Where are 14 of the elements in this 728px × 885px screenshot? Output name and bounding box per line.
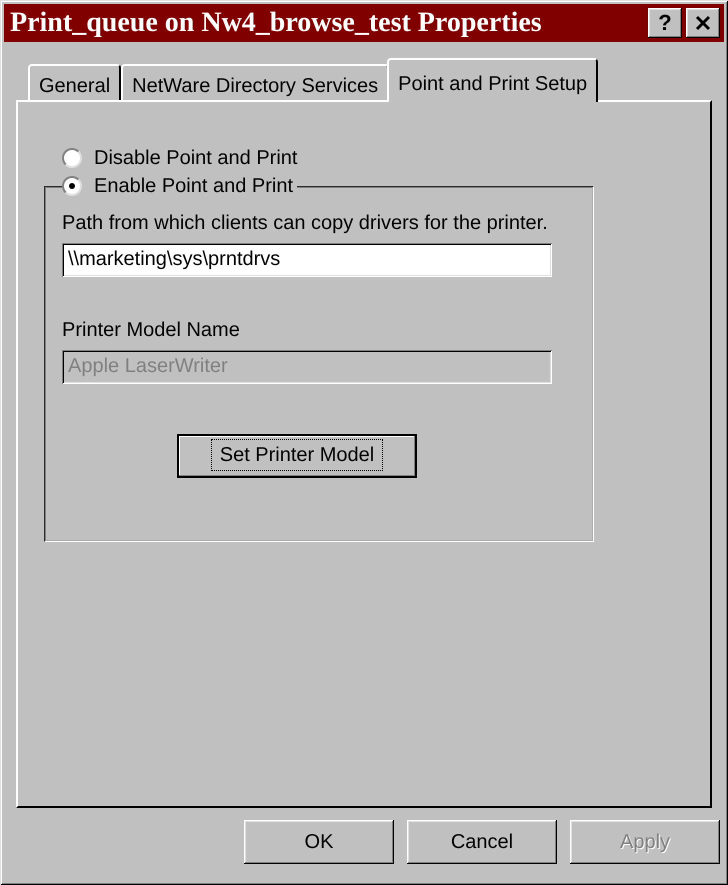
- window-title: Print_queue on Nw4_browse_test Properties: [10, 7, 543, 39]
- path-field[interactable]: \\marketing\sys\prntdrvs: [62, 242, 552, 276]
- field-label: Path from which clients can copy drivers for the printer.: [62, 212, 549, 234]
- tab[interactable]: NetWare Directory Services: [121, 64, 390, 100]
- radio-option[interactable]: Enable Point and Print: [62, 174, 298, 198]
- tab[interactable]: General: [28, 64, 122, 100]
- dialog-button[interactable]: Cancel: [407, 820, 557, 864]
- set-printer-model-button[interactable]: Set Printer Model: [177, 434, 417, 478]
- close-icon: [694, 15, 712, 31]
- help-button[interactable]: ?: [648, 8, 682, 38]
- field-label: Printer Model Name: [62, 318, 241, 342]
- tab[interactable]: Point and Print Setup: [387, 58, 598, 102]
- dialog-button[interactable]: OK: [244, 820, 394, 864]
- close-button[interactable]: [686, 8, 720, 38]
